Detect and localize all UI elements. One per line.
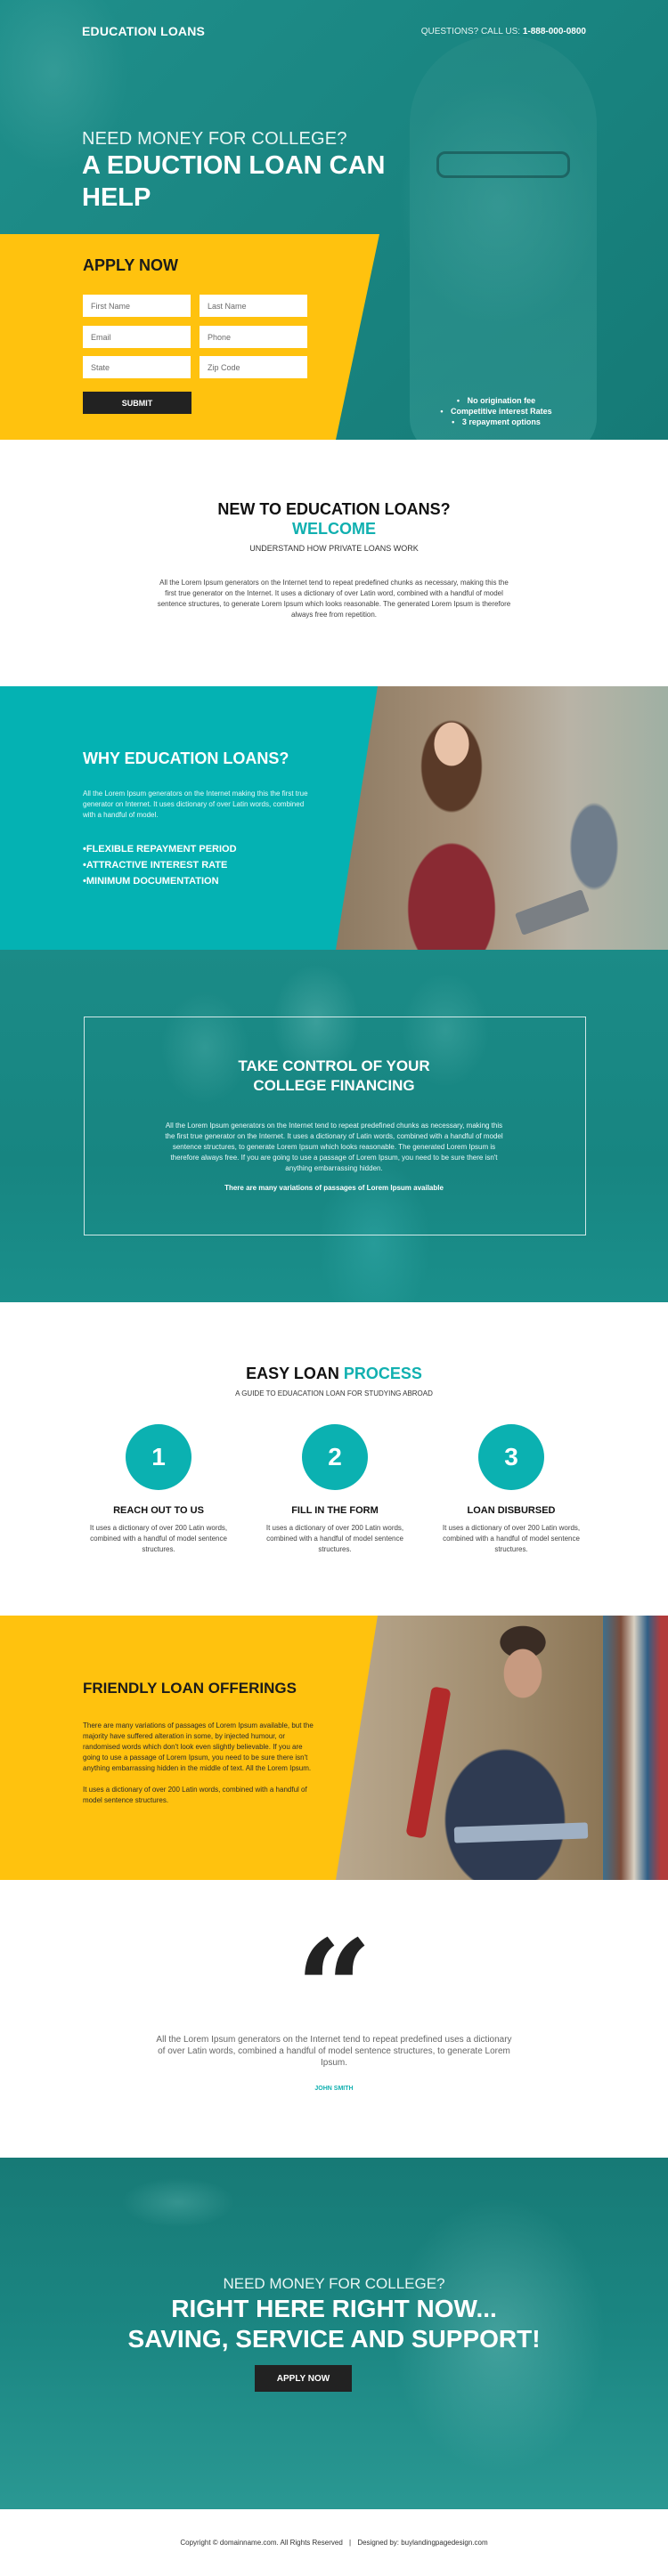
hero-feature-list: • No origination fee • Competitive inter…: [401, 395, 597, 427]
control-title-line2: COLLEGE FINANCING: [253, 1077, 415, 1094]
contact-phone: QUESTIONS? CALL US: 1-888-000-0800: [421, 27, 586, 36]
hero-feature-text: Competitive interest Rates: [451, 407, 552, 416]
hero-subtitle: NEED MONEY FOR COLLEGE?: [82, 129, 347, 149]
hero-student-photo: [410, 36, 597, 440]
welcome-section: NEW TO EDUCATION LOANS? WELCOME UNDERSTA…: [0, 440, 668, 686]
hero-feature-item: • No origination fee: [456, 396, 536, 405]
state-input[interactable]: [83, 356, 191, 378]
benefit-item: ATTRACTIVE INTEREST RATE: [83, 857, 237, 873]
testimonial-text: All the Lorem Ipsum generators on the In…: [156, 2035, 512, 2068]
why-body: All the Lorem Ipsum generators on the In…: [83, 790, 308, 819]
benefit-item: MINIMUM DOCUMENTATION: [83, 873, 237, 889]
designed-by-link[interactable]: Designed by: buylandingpagedesign.com: [357, 2539, 487, 2547]
process-title-main: EASY LOAN: [246, 1365, 339, 1382]
process-step: 1 REACH OUT TO US It uses a dictionary o…: [78, 1424, 239, 1555]
process-title-accent: PROCESS: [343, 1365, 422, 1382]
phone-number[interactable]: 1-888-000-0800: [523, 27, 586, 36]
friendly-paragraph: It uses a dictionary of over 200 Latin w…: [83, 1786, 307, 1804]
control-title-line1: TAKE CONTROL OF YOUR: [238, 1057, 430, 1074]
control-title: TAKE CONTROL OF YOUR COLLEGE FINANCING: [0, 1057, 668, 1096]
cta-title-line2: SAVING, SERVICE AND SUPPORT!: [127, 2325, 541, 2353]
step-body: It uses a dictionary of over 200 Latin w…: [442, 1524, 581, 1553]
student-girl-photo: [336, 686, 668, 950]
last-name-input[interactable]: [200, 295, 307, 317]
quote-icon: “: [295, 1911, 373, 2068]
testimonial-author: JOHN SMITH: [314, 2086, 354, 2092]
apply-form-title: APPLY NOW: [83, 256, 179, 274]
welcome-subtitle: UNDERSTAND HOW PRIVATE LOANS WORK: [249, 544, 419, 553]
process-subtitle: A GUIDE TO EDUACATION LOAN FOR STUDYING …: [235, 1389, 433, 1397]
cta-title-line1: RIGHT HERE RIGHT NOW...: [171, 2295, 497, 2322]
control-body: All the Lorem Ipsum generators on the In…: [165, 1122, 503, 1172]
hero-student-glasses: [436, 151, 570, 178]
hero-feature-item: • Competitive interest Rates: [440, 407, 552, 416]
phone-input[interactable]: [200, 326, 307, 348]
footer-separator: |: [349, 2539, 352, 2547]
brand-logo[interactable]: EDUCATION LOANS: [82, 24, 205, 38]
step-title: LOAN DISBURSED: [467, 1505, 556, 1516]
submit-button[interactable]: SUBMIT: [83, 392, 191, 414]
step-number-circle: 3: [478, 1424, 544, 1490]
benefit-item: FLEXIBLE REPAYMENT PERIOD: [83, 841, 237, 857]
why-title: WHY EDUCATION LOANS?: [83, 749, 289, 767]
hero-title: A EDUCTION LOAN CAN HELP: [82, 151, 386, 212]
process-title: EASY LOAN PROCESS: [0, 1365, 668, 1383]
step-body: It uses a dictionary of over 200 Latin w…: [89, 1524, 228, 1553]
control-strong-text: There are many variations of passages of…: [224, 1184, 444, 1192]
zip-code-input[interactable]: [200, 356, 307, 378]
apply-now-button[interactable]: APPLY NOW: [255, 2365, 352, 2392]
step-number-circle: 1: [126, 1424, 191, 1490]
friendly-body: There are many variations of passages of…: [83, 1721, 314, 1806]
step-title: FILL IN THE FORM: [291, 1505, 379, 1516]
welcome-body: All the Lorem Ipsum generators on the In…: [157, 579, 511, 619]
process-step: 2 FILL IN THE FORM It uses a dictionary …: [255, 1424, 415, 1555]
first-name-input[interactable]: [83, 295, 191, 317]
friendly-title: FRIENDLY LOAN OFFERINGS: [83, 1680, 297, 1697]
footer-text: Copyright © domainname.com. All Rights R…: [0, 2539, 668, 2547]
hero-feature-text: 3 repayment options: [461, 417, 541, 426]
step-body: It uses a dictionary of over 200 Latin w…: [265, 1524, 404, 1553]
hero-feature-item: • 3 repayment options: [452, 417, 541, 426]
hero-feature-text: No origination fee: [467, 396, 536, 405]
step-number-circle: 2: [302, 1424, 368, 1490]
copyright-text: Copyright © domainname.com. All Rights R…: [180, 2539, 343, 2547]
step-title: REACH OUT TO US: [113, 1505, 204, 1516]
welcome-highlight: WELCOME: [292, 520, 376, 538]
cta-title: RIGHT HERE RIGHT NOW... SAVING, SERVICE …: [0, 2294, 668, 2354]
cta-subtitle: NEED MONEY FOR COLLEGE?: [223, 2275, 445, 2292]
why-benefits-list: FLEXIBLE REPAYMENT PERIOD ATTRACTIVE INT…: [83, 841, 237, 889]
welcome-title: NEW TO EDUCATION LOANS?: [217, 500, 451, 518]
friendly-paragraph: There are many variations of passages of…: [83, 1721, 314, 1772]
email-input[interactable]: [83, 326, 191, 348]
call-label: QUESTIONS? CALL US:: [420, 27, 521, 36]
process-step: 3 LOAN DISBURSED It uses a dictionary of…: [431, 1424, 591, 1555]
